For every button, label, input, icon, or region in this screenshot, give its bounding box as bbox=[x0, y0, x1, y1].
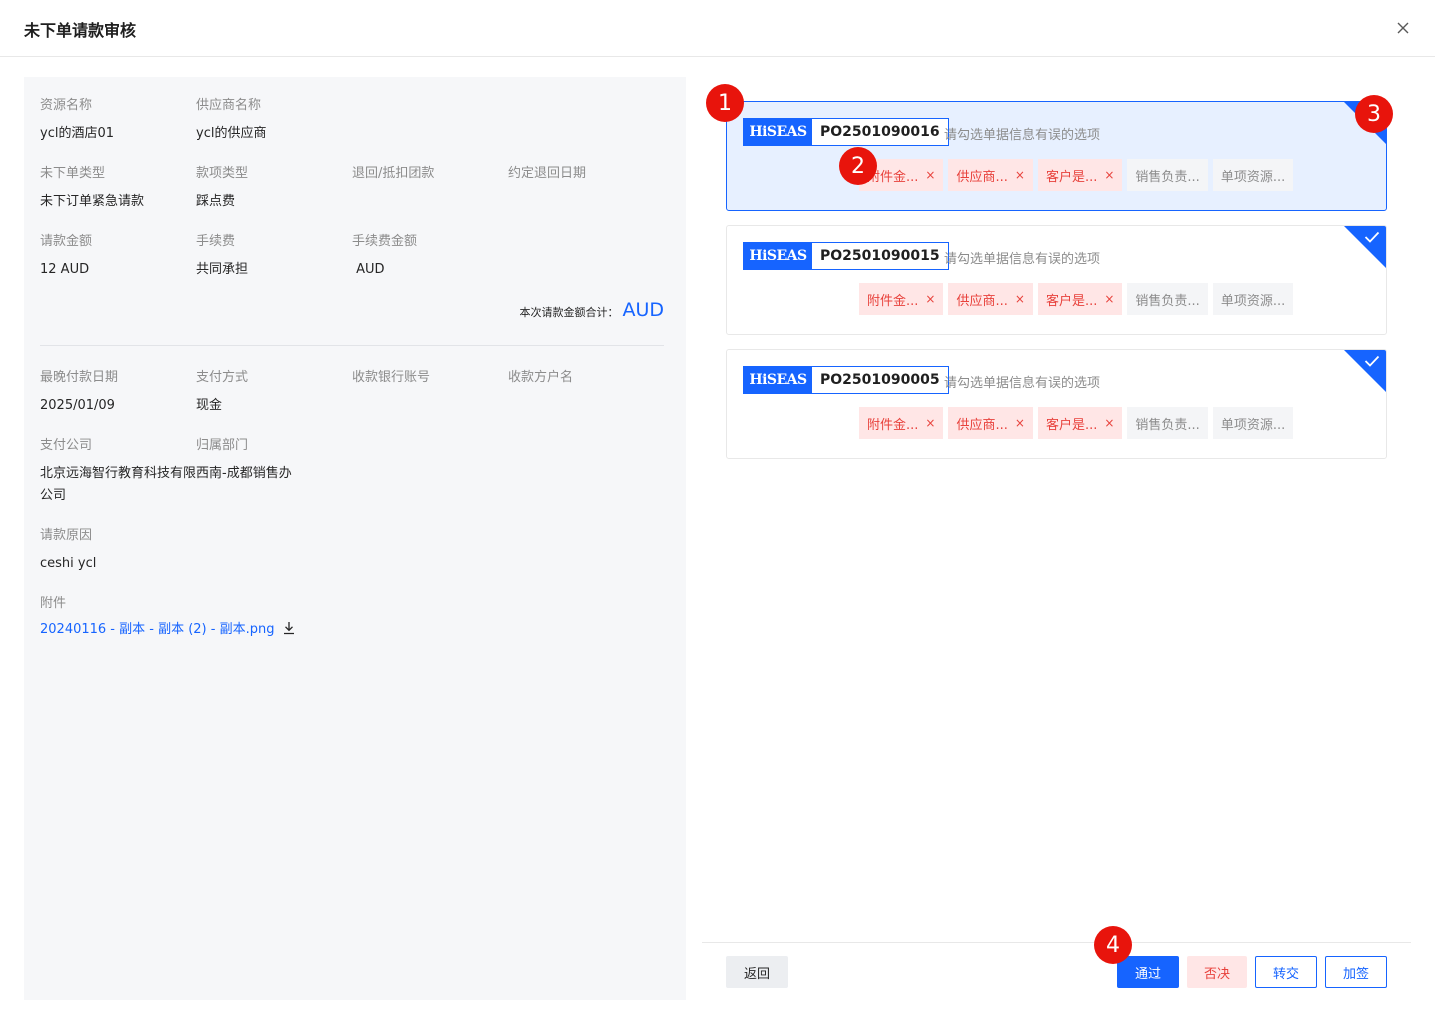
field-department: 归属部门 西南-成都销售办 bbox=[196, 438, 292, 481]
field-payee: 收款方户名 bbox=[508, 370, 574, 385]
footer-divider bbox=[702, 942, 1411, 943]
tag-sales-owner[interactable]: 销售负责... bbox=[1127, 407, 1208, 439]
tag-close-icon[interactable]: × bbox=[1104, 292, 1114, 306]
tag-close-icon[interactable]: × bbox=[1015, 416, 1025, 430]
po-number: PO2501090015 bbox=[820, 248, 940, 264]
field-attachment-label: 附件 bbox=[40, 596, 67, 611]
annotation-marker-4: 4 bbox=[1094, 926, 1132, 964]
hiseas-logo: HiSEAS bbox=[744, 243, 812, 269]
po-card-1[interactable]: HiSEAS PO2501090016 请勾选单据信息有误的选项 附件金... ×… bbox=[726, 101, 1387, 211]
dialog-title: 未下单请款审核 bbox=[24, 21, 137, 40]
tag-supplier[interactable]: 供应商... × bbox=[948, 407, 1033, 439]
tag-attachment-amount[interactable]: 附件金... × bbox=[859, 407, 944, 439]
info-panel: 资源名称 ycl的酒店01 供应商名称 ycl的供应商 未下单类型 未下订单紧急… bbox=[24, 77, 686, 1000]
po-badge: HiSEAS PO2501090005 bbox=[743, 366, 949, 394]
approval-dialog: 未下单请款审核 资源名称 ycl的酒店01 供应商名称 ycl的供应商 未下单类… bbox=[0, 0, 1435, 1017]
field-reason: 请款原因 ceshi ycl bbox=[40, 528, 97, 571]
field-pay-method: 支付方式 现金 bbox=[196, 370, 249, 413]
reject-button[interactable]: 否决 bbox=[1187, 956, 1247, 988]
field-refund: 退回/抵扣团款 bbox=[352, 166, 435, 181]
tag-close-icon[interactable]: × bbox=[925, 168, 935, 182]
tag-supplier[interactable]: 供应商... × bbox=[948, 283, 1033, 315]
annotation-marker-3: 3 bbox=[1355, 95, 1393, 133]
back-button[interactable]: 返回 bbox=[726, 956, 788, 988]
transfer-button[interactable]: 转交 bbox=[1255, 956, 1317, 988]
po-badge: HiSEAS PO2501090016 bbox=[743, 118, 949, 146]
po-number: PO2501090016 bbox=[820, 124, 940, 140]
po-number: PO2501090005 bbox=[820, 372, 940, 388]
approve-button[interactable]: 通过 bbox=[1117, 956, 1179, 988]
field-amount: 请款金额 12 AUD bbox=[40, 234, 93, 277]
tag-attachment-amount[interactable]: 附件金... × bbox=[859, 283, 944, 315]
po-card-3[interactable]: HiSEAS PO2501090005 请勾选单据信息有误的选项 附件金... ×… bbox=[726, 349, 1387, 459]
card-hint: 请勾选单据信息有误的选项 bbox=[944, 376, 1101, 391]
error-tags: 附件金... × 供应商... × 客户是... × 销售负责... 单项资源... bbox=[859, 283, 1298, 315]
add-signer-button[interactable]: 加签 bbox=[1325, 956, 1387, 988]
divider bbox=[40, 345, 664, 346]
dialog-header: 未下单请款审核 bbox=[0, 0, 1435, 57]
close-icon[interactable] bbox=[1393, 18, 1413, 38]
field-pay-company: 支付公司 北京远海智行教育科技有限公司 bbox=[40, 438, 197, 503]
tag-customer[interactable]: 客户是... × bbox=[1037, 283, 1123, 315]
total-amount: 本次请款金额合计： AUD bbox=[519, 299, 664, 321]
tag-close-icon[interactable]: × bbox=[1104, 168, 1114, 182]
field-latest-date: 最晚付款日期 2025/01/09 bbox=[40, 370, 119, 413]
hiseas-logo: HiSEAS bbox=[744, 367, 812, 393]
attachment: 20240116 - 副本 - 副本 (2) - 副本.png bbox=[40, 618, 296, 637]
hiseas-logo: HiSEAS bbox=[744, 119, 812, 145]
po-card-2[interactable]: HiSEAS PO2501090015 请勾选单据信息有误的选项 附件金... ×… bbox=[726, 225, 1387, 335]
tag-customer[interactable]: 客户是... × bbox=[1037, 159, 1123, 191]
annotation-marker-2: 2 bbox=[839, 147, 877, 185]
field-bank-account: 收款银行账号 bbox=[352, 370, 431, 385]
po-badge: HiSEAS PO2501090015 bbox=[743, 242, 949, 270]
tag-single-resource[interactable]: 单项资源... bbox=[1212, 407, 1294, 439]
field-fee: 手续费 共同承担 bbox=[196, 234, 249, 277]
tag-close-icon[interactable]: × bbox=[1015, 292, 1025, 306]
tag-single-resource[interactable]: 单项资源... bbox=[1212, 283, 1294, 315]
field-fee-amount: 手续费金额 AUD bbox=[352, 234, 418, 277]
tag-close-icon[interactable]: × bbox=[1015, 168, 1025, 182]
annotation-marker-1: 1 bbox=[706, 84, 744, 122]
card-hint: 请勾选单据信息有误的选项 bbox=[944, 128, 1101, 143]
tag-supplier[interactable]: 供应商... × bbox=[948, 159, 1033, 191]
error-tags: 附件金... × 供应商... × 客户是... × 销售负责... 单项资源... bbox=[859, 159, 1298, 191]
tag-close-icon[interactable]: × bbox=[925, 416, 935, 430]
field-supplier-name: 供应商名称 ycl的供应商 bbox=[196, 98, 267, 141]
check-icon bbox=[1364, 231, 1380, 243]
tag-customer[interactable]: 客户是... × bbox=[1037, 407, 1123, 439]
field-order-type: 未下单类型 未下订单紧急请款 bbox=[40, 166, 145, 209]
tag-single-resource[interactable]: 单项资源... bbox=[1212, 159, 1294, 191]
tag-sales-owner[interactable]: 销售负责... bbox=[1127, 283, 1208, 315]
tag-close-icon[interactable]: × bbox=[1104, 416, 1114, 430]
field-payment-type: 款项类型 踩点费 bbox=[196, 166, 249, 209]
tag-close-icon[interactable]: × bbox=[925, 292, 935, 306]
field-resource-name: 资源名称 ycl的酒店01 bbox=[40, 98, 114, 141]
tag-sales-owner[interactable]: 销售负责... bbox=[1127, 159, 1208, 191]
download-icon[interactable] bbox=[282, 621, 296, 635]
error-tags: 附件金... × 供应商... × 客户是... × 销售负责... 单项资源... bbox=[859, 407, 1298, 439]
check-icon bbox=[1364, 355, 1380, 367]
field-refund-date: 约定退回日期 bbox=[508, 166, 587, 181]
card-hint: 请勾选单据信息有误的选项 bbox=[944, 252, 1101, 267]
attachment-link[interactable]: 20240116 - 副本 - 副本 (2) - 副本.png bbox=[40, 618, 274, 637]
